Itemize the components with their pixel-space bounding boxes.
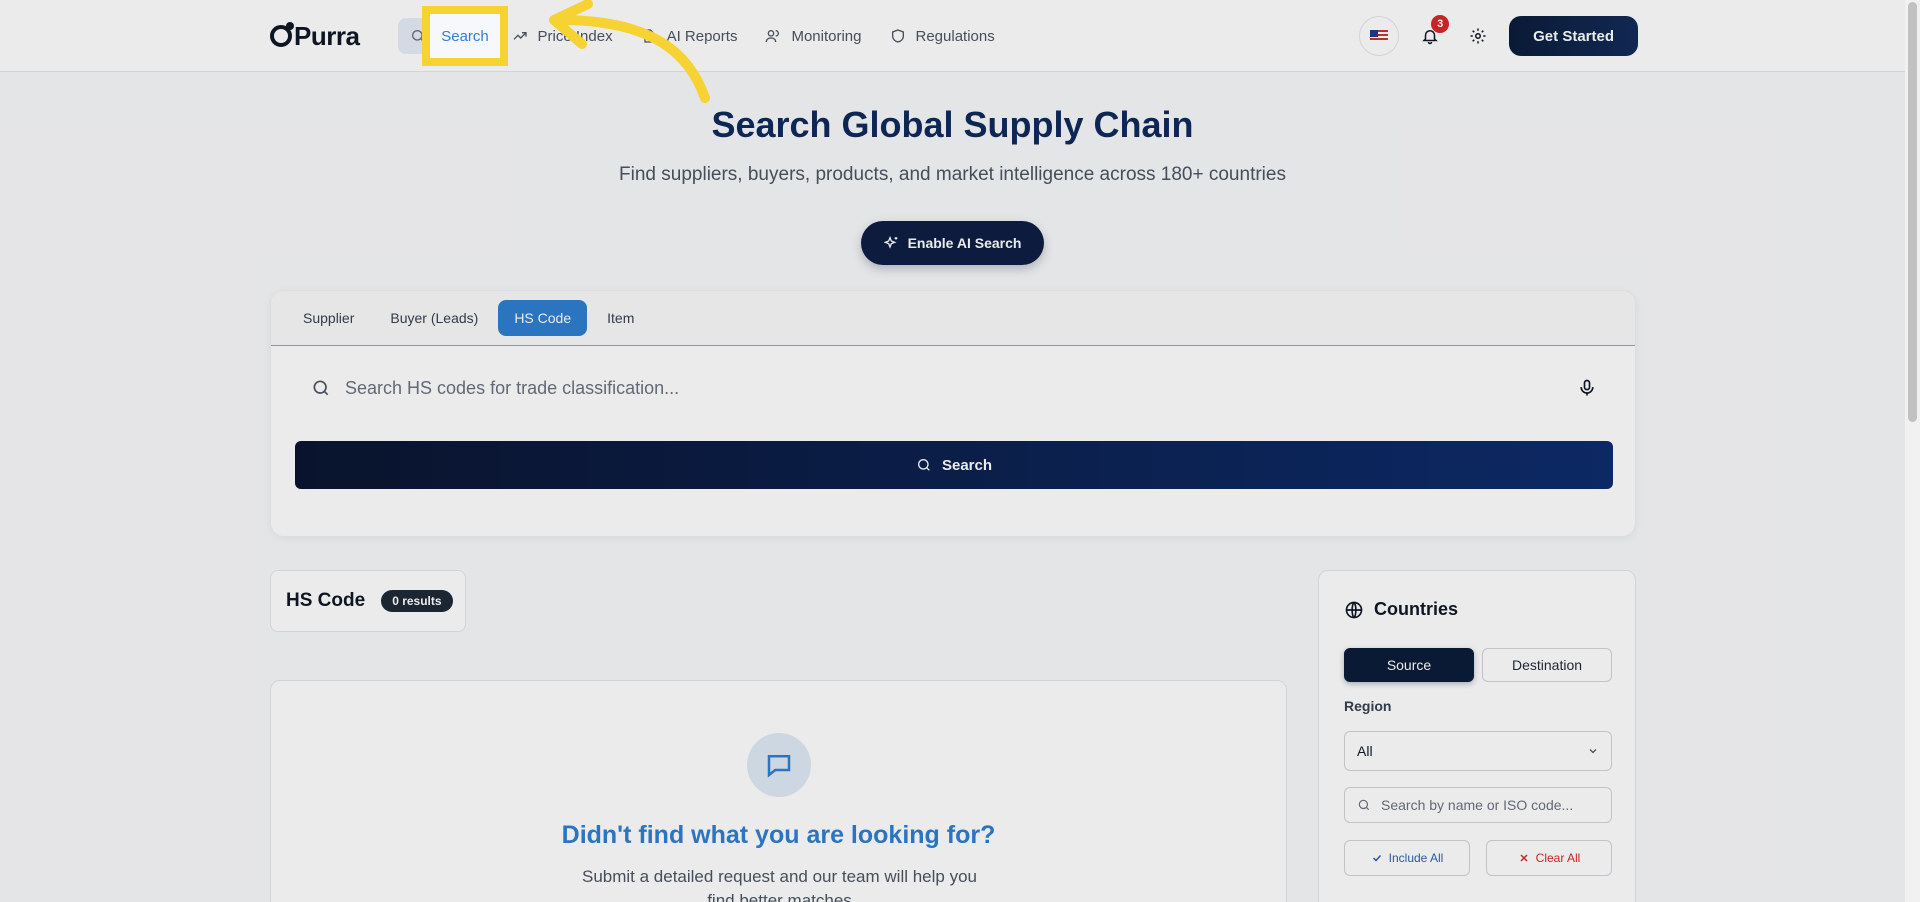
country-actions: Include All Clear All (1344, 840, 1612, 876)
us-flag-icon (1370, 30, 1389, 42)
header-actions: 3 Get Started (1359, 15, 1638, 56)
nav-item-ai-reports[interactable]: AI Reports (629, 18, 750, 54)
country-search-field (1344, 787, 1612, 823)
tab-item[interactable]: Item (591, 300, 650, 336)
nav-item-monitoring[interactable]: Monitoring (753, 18, 873, 54)
region-value: All (1357, 743, 1373, 759)
nav-label: Regulations (915, 27, 995, 45)
scrollbar-thumb[interactable] (1908, 2, 1917, 422)
results-header: HS Code 0 results (270, 570, 466, 632)
logo-mark-icon (270, 22, 294, 47)
chevron-down-icon (1589, 749, 1597, 754)
nav-item-price-index[interactable]: Price Index (500, 18, 625, 54)
highlighted-search-nav[interactable]: Search (430, 14, 500, 58)
top-header: Purra Search Price Index AI Reports Moni… (0, 0, 1920, 72)
users-icon (766, 30, 780, 43)
tab-buyer-leads[interactable]: Buyer (Leads) (374, 300, 494, 336)
page-subtitle: Find suppliers, buyers, products, and ma… (619, 164, 1286, 185)
country-search-input[interactable] (1381, 797, 1599, 813)
tab-supplier[interactable]: Supplier (287, 300, 370, 336)
globe-icon (1345, 601, 1363, 618)
search-input[interactable] (345, 377, 1563, 399)
include-all-button[interactable]: Include All (1344, 840, 1470, 876)
search-button-label: Search (941, 456, 993, 474)
tab-hs-code[interactable]: HS Code (498, 300, 588, 336)
enable-ai-search-button[interactable]: Enable AI Search (861, 221, 1044, 265)
search-input-row (295, 363, 1613, 413)
source-destination-toggle: Source Destination (1344, 648, 1612, 682)
clear-all-button[interactable]: Clear All (1486, 840, 1612, 876)
source-button[interactable]: Source (1344, 648, 1474, 682)
countries-title: Countries (1374, 599, 1459, 619)
search-icon (1358, 799, 1370, 811)
search-tabs: Supplier Buyer (Leads) HS Code Item (271, 291, 1635, 346)
nav-label: Price Index (537, 27, 613, 45)
countries-header: Countries (1344, 599, 1458, 620)
trending-up-icon (513, 32, 527, 40)
results-count-badge: 0 results (381, 590, 453, 612)
nav-label: AI Reports (666, 27, 738, 45)
empty-state-title: Didn't find what you are looking for? (561, 821, 996, 849)
region-select[interactable]: All (1344, 731, 1612, 771)
search-button[interactable]: Search (295, 441, 1613, 489)
page-title: Search Global Supply Chain (711, 104, 1194, 145)
enable-ai-search-label: Enable AI Search (907, 235, 1022, 251)
page-scrollbar[interactable] (1905, 0, 1920, 902)
countries-panel: Countries Source Destination Region All … (1318, 570, 1636, 902)
close-icon (1520, 854, 1528, 862)
get-started-button[interactable]: Get Started (1509, 16, 1638, 56)
region-label: Region (1344, 698, 1392, 714)
gear-icon (1470, 28, 1486, 44)
file-icon (643, 29, 654, 43)
settings-button[interactable] (1461, 19, 1495, 53)
nav-label: Monitoring (791, 27, 862, 45)
brand-name: Purra (294, 20, 360, 51)
search-card: Supplier Buyer (Leads) HS Code Item Sear… (270, 290, 1636, 537)
results-title: HS Code (286, 590, 366, 611)
shield-icon (891, 29, 904, 43)
notification-badge: 3 (1431, 15, 1450, 33)
destination-button[interactable]: Destination (1482, 648, 1612, 682)
notifications-button[interactable]: 3 (1413, 15, 1450, 53)
search-icon (313, 380, 329, 396)
check-icon (1372, 854, 1381, 862)
brand-logo[interactable]: Purra (270, 20, 360, 52)
sparkles-icon (883, 235, 897, 249)
empty-state-card: Didn't find what you are looking for? Su… (270, 680, 1287, 902)
empty-state-text: Submit a detailed request and our team w… (581, 867, 977, 902)
include-all-label: Include All (1388, 851, 1444, 865)
microphone-icon[interactable] (1577, 378, 1597, 398)
chat-bubble-icon (747, 733, 811, 797)
nav-item-regulations[interactable]: Regulations (878, 18, 1007, 54)
language-selector[interactable] (1359, 16, 1400, 56)
search-icon (917, 459, 930, 471)
clear-all-label: Clear All (1535, 851, 1581, 865)
